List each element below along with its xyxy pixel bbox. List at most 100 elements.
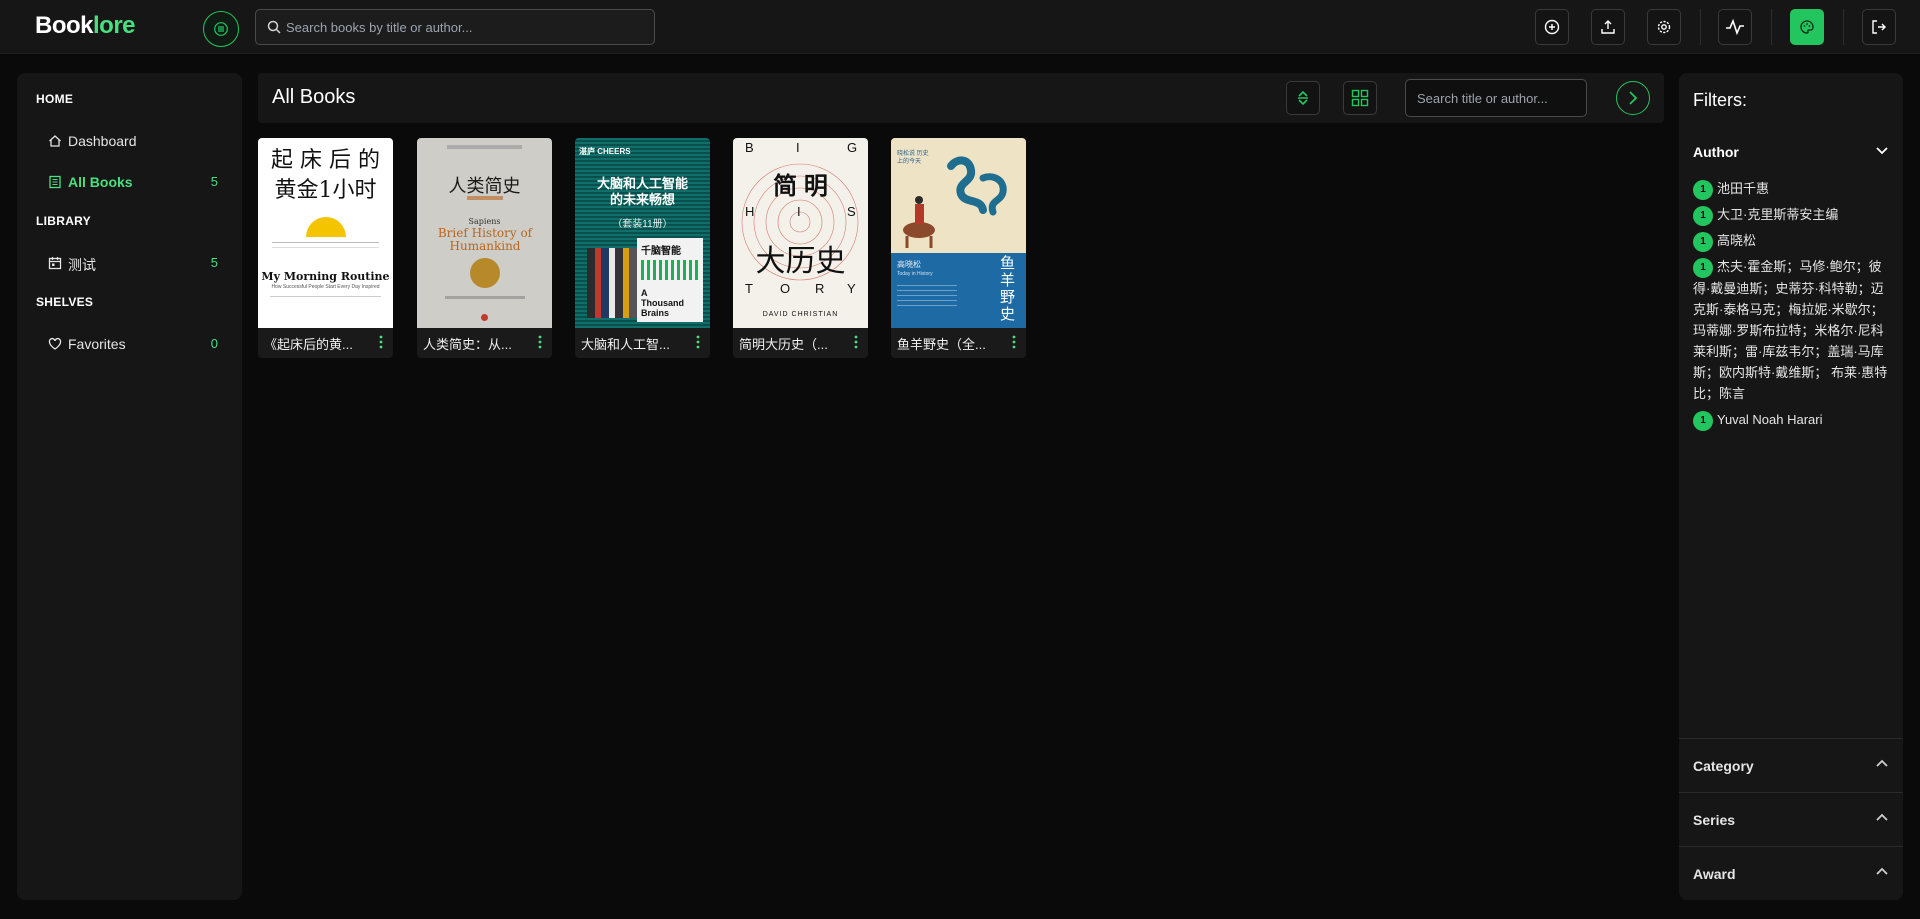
cover-sun (306, 217, 346, 237)
sort-icon (1298, 90, 1308, 106)
sidebar-item-label: Favorites (68, 336, 126, 352)
activity-button[interactable] (1718, 9, 1752, 45)
cover-illustration (903, 156, 1007, 248)
toolbar-divider (1700, 9, 1701, 45)
view-mode-button[interactable] (1343, 81, 1377, 115)
count-badge: 1 (1693, 410, 1713, 431)
cover-title-2: 大历史 (755, 245, 846, 278)
filter-award-label: Award (1693, 866, 1736, 882)
activity-icon (1726, 19, 1744, 35)
cover-title: 大脑和人工智能 的未来畅想 (596, 176, 688, 207)
sidebar-item-label: Dashboard (68, 133, 137, 149)
author-name: 高晓松 (1717, 233, 1757, 248)
filter-category-header[interactable]: Category (1679, 738, 1903, 792)
count-badge: 1 (1693, 257, 1713, 278)
filter-award-header[interactable]: Award (1679, 846, 1903, 900)
cover-author: 高晓松 (897, 260, 921, 269)
sidebar-item-all-books[interactable]: All Books 5 (48, 173, 218, 193)
cover-letter: R (815, 281, 825, 296)
hamburger-icon (214, 22, 228, 36)
book-cover[interactable]: 起 床 后 的 黄金1小时 My Morning Routine How Suc… (258, 138, 393, 328)
sidebar-item-count: 0 (210, 336, 218, 351)
more-options-icon[interactable] (538, 335, 542, 349)
settings-button[interactable] (1647, 9, 1681, 45)
book-card[interactable]: B I G H I S T O R Y 简 明 大历史 DAVID CHRIST… (733, 138, 868, 358)
search-icon (267, 20, 281, 34)
cover-title: 鱼羊野史 (1000, 254, 1016, 323)
filter-category-label: Category (1693, 758, 1754, 774)
cover-letter: B (745, 140, 754, 155)
book-card[interactable]: 人类简史 Sapiens Brief History of Humankind … (417, 138, 552, 358)
book-filter-input[interactable] (1417, 80, 1586, 116)
author-name: 池田千惠 (1717, 181, 1770, 196)
theme-button[interactable] (1790, 9, 1824, 45)
sidebar-item-library[interactable]: 测试 5 (48, 254, 218, 274)
menu-toggle-button[interactable] (203, 11, 239, 47)
logout-icon (1872, 20, 1886, 34)
global-search-input[interactable] (256, 10, 654, 44)
add-book-button[interactable] (1535, 9, 1569, 45)
calendar-icon (48, 257, 62, 270)
logo-text-book: Book (35, 12, 94, 39)
sidebar-item-count: 5 (210, 255, 218, 270)
upload-button[interactable] (1591, 9, 1625, 45)
book-card[interactable]: 起 床 后 的 黄金1小时 My Morning Routine How Suc… (258, 138, 393, 358)
book-title[interactable]: 人类简史：从... (423, 334, 523, 353)
page-title: All Books (272, 86, 356, 108)
chevron-up-icon (1876, 813, 1888, 821)
sidebar: HOME Dashboard All Books 5 LIBRARY 测试 5 … (17, 73, 242, 900)
book-cover[interactable]: B I G H I S T O R Y 简 明 大历史 DAVID CHRIST… (733, 138, 868, 328)
main-header: All Books (258, 73, 1664, 123)
app-logo[interactable]: Booklore (35, 12, 136, 40)
toolbar-divider (1771, 9, 1772, 45)
book-cover[interactable]: 人类简史 Sapiens Brief History of Humankind (417, 138, 552, 328)
logout-button[interactable] (1862, 9, 1896, 45)
filter-series-label: Series (1693, 812, 1736, 828)
logo-text-lore: lore (93, 12, 136, 39)
chevron-up-icon (1876, 759, 1888, 767)
filter-author-item[interactable]: 1 杰夫·霍金斯；马修·鲍尔；彼得·戴曼迪斯；史蒂芬·科特勒；迈克斯·泰格马克；梅… (1693, 256, 1893, 404)
chevron-down-icon[interactable] (1875, 146, 1889, 156)
book-cover[interactable]: 湛庐 CHEERS 大脑和人工智能 的未来畅想 （套装11册） 千脑智能 A T… (575, 138, 710, 328)
cover-author: DAVID CHRISTIAN (762, 311, 839, 318)
plus-circle-icon (1544, 19, 1560, 35)
more-options-icon[interactable] (854, 335, 858, 349)
book-icon (49, 175, 61, 189)
sort-button[interactable] (1286, 81, 1320, 115)
toolbar-divider (1843, 9, 1844, 45)
sidebar-item-dashboard[interactable]: Dashboard (48, 132, 218, 152)
more-options-icon[interactable] (1012, 335, 1016, 349)
book-cover[interactable]: 晓松说 历史上的今天 高晓松 Today in History 鱼羊野史 (891, 138, 1026, 328)
filter-series-header[interactable]: Series (1679, 792, 1903, 846)
upload-icon (1601, 20, 1615, 34)
book-title[interactable]: 《起床后的黄... (264, 334, 364, 353)
book-title[interactable]: 简明大历史（... (739, 334, 839, 353)
sidebar-item-count: 5 (210, 174, 218, 189)
cover-letter: O (780, 281, 791, 296)
cover-featured-book: 千脑智能 A Thousand Brains (637, 238, 703, 322)
cover-seal (470, 258, 500, 288)
filter-author-header[interactable]: Author (1693, 144, 1739, 160)
cover-letter: S (847, 204, 856, 219)
cover-subtitle: （套装11册） (612, 219, 673, 230)
filter-author-item[interactable]: 1 池田千惠 (1693, 178, 1893, 200)
toggle-filters-button[interactable] (1616, 81, 1650, 115)
cover-band: 高晓松 Today in History 鱼羊野史 (891, 253, 1026, 328)
filter-author-item[interactable]: 1 高晓松 (1693, 230, 1893, 252)
filter-author-item[interactable]: 1 Yuval Noah Harari (1693, 409, 1893, 431)
filters-panel: Filters: Author 1 池田千惠 1 大卫·克里斯蒂安主编 1 高晓松 1… (1679, 73, 1903, 900)
sidebar-section-home: HOME (36, 92, 74, 106)
book-title[interactable]: 鱼羊野史（全... (897, 334, 997, 353)
more-options-icon[interactable] (379, 335, 383, 349)
more-options-icon[interactable] (696, 335, 700, 349)
cover-subtitle-2: How Successful People Start Every Day In… (271, 284, 380, 290)
book-title[interactable]: 大脑和人工智... (581, 334, 681, 353)
sidebar-section-library: LIBRARY (36, 214, 91, 228)
author-name: 杰夫·霍金斯；马修·鲍尔；彼得·戴曼迪斯；史蒂芬·科特勒；迈克斯·泰格马克；梅拉… (1693, 259, 1888, 401)
filter-author-item[interactable]: 1 大卫·克里斯蒂安主编 (1693, 204, 1893, 226)
sidebar-item-favorites[interactable]: Favorites 0 (48, 335, 218, 355)
book-card[interactable]: 湛庐 CHEERS 大脑和人工智能 的未来畅想 （套装11册） 千脑智能 A T… (575, 138, 710, 358)
cover-letter: Y (847, 281, 856, 296)
palette-icon (1800, 20, 1814, 34)
book-card[interactable]: 晓松说 历史上的今天 高晓松 Today in History 鱼羊野史 鱼羊野… (891, 138, 1026, 358)
